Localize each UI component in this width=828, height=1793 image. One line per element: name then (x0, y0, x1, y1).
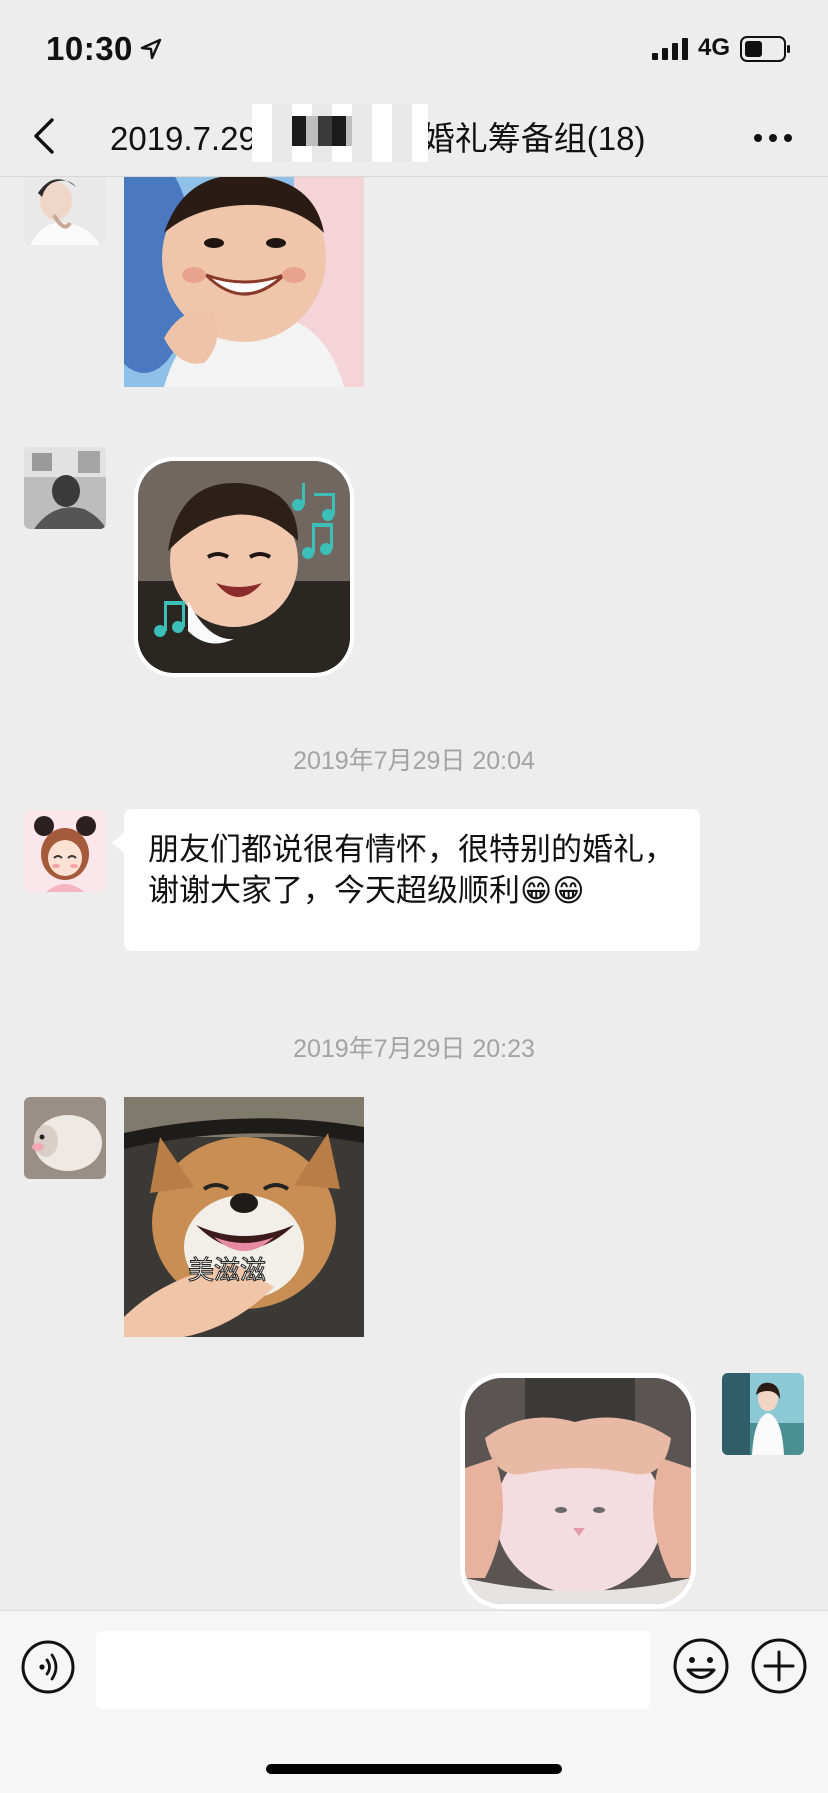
network-type: 4G (698, 34, 731, 61)
avatar[interactable] (24, 1097, 106, 1179)
back-icon[interactable] (26, 114, 66, 158)
message-bubble[interactable]: 朋友们都说很有情怀，很特别的婚礼，谢谢大家了，今天超级顺利😁😁 (112, 809, 700, 951)
message-text: 朋友们都说很有情怀，很特别的婚礼，谢谢大家了，今天超级顺利😁😁 (148, 832, 675, 908)
timestamp: 2019年7月29日 20:23 (293, 1035, 535, 1063)
timestamp: 2019年7月29日 20:04 (293, 747, 535, 775)
sticker-image[interactable]: 美滋滋 (124, 1097, 364, 1337)
chat-area[interactable]: 2019年7月29日 20:04 朋友们都说很有情怀，很特别的婚礼，谢谢大家了，… (0, 177, 828, 1609)
sticker-image[interactable] (124, 177, 364, 387)
avatar[interactable] (24, 447, 106, 529)
avatar[interactable] (722, 1373, 804, 1455)
battery-icon (740, 36, 790, 62)
sticker-image[interactable] (134, 457, 354, 677)
nav-bar: 2019.7.29赵某某许愈婚礼筹备组(18) (0, 96, 828, 177)
signal-icon (652, 38, 688, 60)
message-input[interactable] (96, 1631, 650, 1709)
emoji-icon[interactable] (672, 1637, 730, 1695)
sticker-image[interactable] (460, 1373, 696, 1609)
more-dots-icon[interactable] (748, 120, 798, 156)
avatar[interactable] (24, 177, 106, 245)
privacy-blur-mask (252, 104, 428, 162)
status-time: 10:30 (46, 30, 133, 67)
voice-icon[interactable] (20, 1639, 76, 1695)
avatar[interactable] (24, 810, 106, 892)
home-indicator (266, 1764, 562, 1774)
plus-icon[interactable] (750, 1637, 808, 1695)
sticker-caption: 美滋滋 (188, 1256, 266, 1286)
status-bar: 10:30 4G (0, 0, 828, 96)
location-arrow-icon (140, 38, 162, 60)
